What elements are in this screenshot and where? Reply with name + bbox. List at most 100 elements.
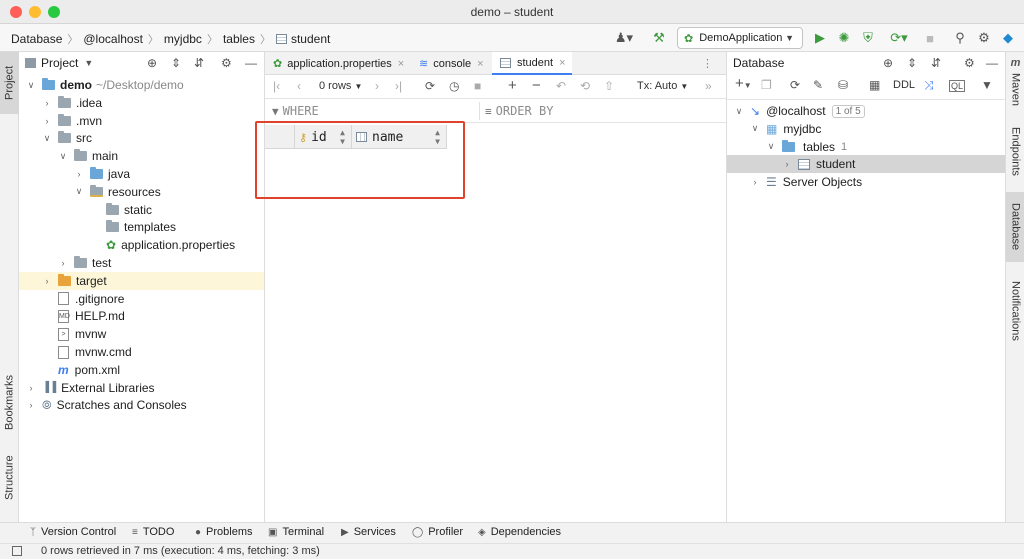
- chevron-right-icon[interactable]: ›: [25, 383, 37, 393]
- properties-wrench-icon[interactable]: ✎: [813, 78, 823, 92]
- profiler-tool-button[interactable]: ◯ Profiler: [412, 526, 463, 538]
- chevron-down-icon[interactable]: ∨: [57, 151, 69, 162]
- close-tab-icon[interactable]: ×: [477, 58, 483, 70]
- copy-icon[interactable]: ❐: [761, 78, 772, 92]
- tree-item-demo[interactable]: ∨ demo ~/Desktop/demo: [19, 76, 264, 94]
- coverage-shield-icon[interactable]: ⛨: [858, 28, 878, 48]
- tree-item-main[interactable]: ∨ main: [19, 147, 264, 165]
- tree-item-gitignore[interactable]: .gitignore: [19, 290, 264, 308]
- jump-to-icon[interactable]: ⤨: [924, 78, 934, 93]
- breadcrumb-student[interactable]: student: [291, 32, 330, 46]
- first-page-icon[interactable]: |‹: [273, 79, 280, 93]
- chevron-right-icon[interactable]: ›: [41, 116, 53, 126]
- tab-overflow-icon[interactable]: ⋮: [702, 57, 713, 70]
- datasource-badge[interactable]: 1 of 5: [831, 104, 865, 118]
- reload-icon[interactable]: ⟳: [425, 79, 435, 93]
- tree-item-java[interactable]: › java: [19, 165, 264, 183]
- tree-item-help-md[interactable]: MD HELP.md: [19, 307, 264, 325]
- table-view-icon[interactable]: ▦: [869, 78, 880, 92]
- tree-item-mvnw[interactable]: > mvnw: [19, 325, 264, 343]
- tree-item-pom-xml[interactable]: m pom.xml: [19, 361, 264, 379]
- build-hammer-icon[interactable]: ⚒: [649, 28, 669, 48]
- problems-tool-button[interactable]: ● Problems: [195, 526, 253, 538]
- db-tree-item-myjdbc[interactable]: ∨ ▦ myjdbc: [727, 120, 1005, 138]
- last-page-icon[interactable]: ›|: [395, 79, 402, 93]
- db-tree-item-tables[interactable]: ∨ tables 1: [727, 138, 1005, 156]
- toggle-tool-windows-icon[interactable]: [12, 546, 22, 556]
- breadcrumb-myjdbc[interactable]: myjdbc: [164, 32, 202, 46]
- options-gear-icon[interactable]: ⚙: [964, 56, 975, 70]
- endpoints-tool-tab[interactable]: Endpoints: [1006, 118, 1024, 184]
- run-configuration-select[interactable]: ✿ DemoApplication ▼: [677, 27, 803, 49]
- notifications-tool-tab[interactable]: Notifications: [1006, 270, 1024, 352]
- expand-all-icon[interactable]: ⇕: [907, 56, 917, 70]
- collapse-all-icon[interactable]: ⇵: [194, 56, 204, 70]
- chevron-right-icon[interactable]: ›: [41, 98, 53, 108]
- query-console-icon[interactable]: QL: [949, 80, 966, 92]
- tree-item-external-libraries[interactable]: › ▐▐ External Libraries: [19, 379, 264, 397]
- close-tab-icon[interactable]: ×: [398, 58, 404, 70]
- tree-item-scratches-and-consoles[interactable]: › ⦾ Scratches and Consoles: [19, 396, 264, 414]
- previous-page-icon[interactable]: ‹: [297, 79, 301, 93]
- refresh-edits-icon[interactable]: ⟲: [580, 79, 590, 93]
- chevron-right-icon[interactable]: ›: [73, 169, 85, 179]
- tree-item-templates[interactable]: templates: [19, 218, 264, 236]
- history-clock-icon[interactable]: ◷: [449, 79, 459, 93]
- dependencies-tool-button[interactable]: ◈ Dependencies: [478, 526, 561, 538]
- tree-item-application-properties[interactable]: ✿ application.properties: [19, 236, 264, 254]
- expand-all-icon[interactable]: ⇕: [171, 56, 181, 70]
- tree-item-resources[interactable]: ∨ resources: [19, 183, 264, 201]
- rows-count-select[interactable]: 0 rows ▼: [319, 80, 362, 92]
- stop-icon[interactable]: ■: [920, 28, 940, 48]
- tree-item-test[interactable]: › test: [19, 254, 264, 272]
- chevron-right-icon[interactable]: ›: [749, 177, 761, 187]
- tree-item-static[interactable]: static: [19, 201, 264, 219]
- filter-funnel-icon[interactable]: ▼: [981, 78, 993, 92]
- locate-target-icon[interactable]: ⊕: [147, 56, 157, 70]
- add-row-icon[interactable]: +: [508, 77, 517, 94]
- structure-tool-tab[interactable]: Structure: [0, 450, 19, 506]
- ddl-button[interactable]: DDL: [893, 79, 915, 91]
- db-tree-item-server-objects[interactable]: › ☰ Server Objects: [727, 173, 1005, 191]
- breadcrumb-database[interactable]: Database: [11, 32, 62, 46]
- tree-item-target[interactable]: › target: [19, 271, 264, 290]
- refresh-icon[interactable]: ⟳: [790, 78, 800, 92]
- tree-item-mvn[interactable]: › .mvn: [19, 112, 264, 130]
- next-page-icon[interactable]: ›: [375, 79, 379, 93]
- maven-tool-tab[interactable]: m Maven: [1006, 54, 1024, 110]
- toolbar-overflow-icon[interactable]: »: [705, 79, 712, 93]
- tree-item-idea[interactable]: › .idea: [19, 94, 264, 112]
- chevron-right-icon[interactable]: ›: [25, 400, 37, 410]
- tab-student[interactable]: student ×: [492, 52, 572, 75]
- jetbrains-logo-icon[interactable]: ◆: [998, 28, 1018, 48]
- project-tool-tab[interactable]: Project: [0, 52, 19, 114]
- chevron-right-icon[interactable]: ›: [41, 276, 53, 286]
- todo-tool-button[interactable]: ≡ TODO: [132, 526, 174, 538]
- breadcrumb-tables[interactable]: tables: [223, 32, 255, 46]
- terminal-tool-button[interactable]: ▣ Terminal: [268, 526, 324, 538]
- cancel-running-icon[interactable]: ■: [474, 79, 481, 93]
- collapse-all-icon[interactable]: ⇵: [931, 56, 941, 70]
- hide-panel-icon[interactable]: —: [986, 56, 998, 70]
- version-control-tool-button[interactable]: ᛉ Version Control: [30, 526, 116, 538]
- chevron-down-icon[interactable]: ▼: [84, 58, 93, 68]
- options-gear-icon[interactable]: ⚙: [221, 56, 232, 70]
- locate-target-icon[interactable]: ⊕: [883, 56, 893, 70]
- db-tree-item-localhost[interactable]: ∨ ↘ @localhost 1 of 5: [727, 102, 1005, 120]
- chevron-down-icon[interactable]: ∨: [749, 123, 761, 134]
- order-by-filter[interactable]: ≡ ORDER BY: [485, 104, 553, 118]
- tab-console[interactable]: ≋ console ×: [411, 52, 491, 75]
- settings-gear-icon[interactable]: ⚙: [974, 28, 994, 48]
- tree-item-src[interactable]: ∨ src: [19, 129, 264, 147]
- db-tree-item-student[interactable]: › student: [727, 155, 1005, 174]
- tree-item-mvnw-cmd[interactable]: mvnw.cmd: [19, 343, 264, 361]
- chevron-down-icon[interactable]: ∨: [765, 141, 777, 152]
- search-icon[interactable]: ⚲: [950, 28, 970, 48]
- chevron-right-icon[interactable]: ›: [781, 159, 793, 169]
- user-account-icon[interactable]: ♟▾: [611, 28, 637, 48]
- where-filter[interactable]: ▼ WHERE: [272, 104, 319, 118]
- database-tool-tab[interactable]: Database: [1006, 192, 1024, 262]
- breadcrumb-localhost[interactable]: @localhost: [83, 32, 143, 46]
- project-view-select[interactable]: Project: [41, 56, 78, 70]
- hide-panel-icon[interactable]: —: [245, 56, 257, 70]
